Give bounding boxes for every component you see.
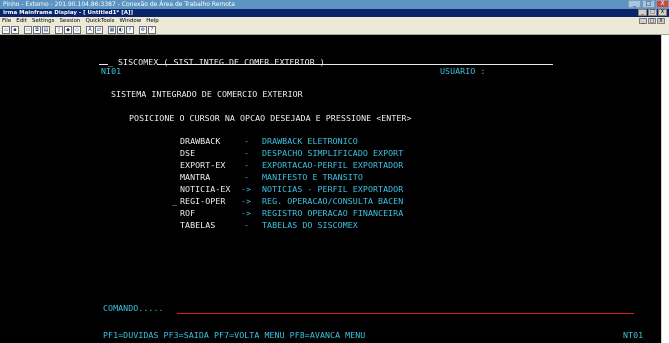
rdp-maximize-button[interactable]: □ (642, 0, 655, 8)
mdi-close-button[interactable]: X (657, 18, 665, 24)
rdp-window-title: Pinho - Externo - 201.90.104.86:3387 - C… (3, 1, 235, 8)
option-description: REGISTRO OPERACAO FINANCEIRA (262, 208, 404, 218)
command-input-field[interactable] (177, 313, 634, 314)
option-code: EXPORT-EX (180, 160, 226, 170)
screen-id: NI01 (101, 66, 122, 76)
app-window-title: Irma Mainframe Display - [ Untitled1* [A… (3, 10, 134, 16)
macro-icon[interactable]: A (86, 25, 94, 34)
menu-file[interactable]: File (2, 17, 11, 25)
mdi-minimize-button[interactable]: _ (639, 18, 647, 24)
option-separator: - (244, 220, 250, 230)
terminal-id: NT01 (623, 330, 644, 340)
option-separator: - (244, 172, 250, 182)
option-separator: - (244, 136, 250, 146)
option-description: DRAWBACK ELETRONICO (262, 136, 358, 146)
option-code: ROF (180, 208, 196, 218)
instruction-text: POSICIONE O CURSOR NA OPCAO DESEJADA E P… (129, 113, 412, 123)
disconnect-icon[interactable]: ◇ (73, 25, 81, 34)
rdp-title-bar: Pinho - Externo - 201.90.104.86:3387 - C… (0, 0, 669, 9)
option-description: MANIFESTO E TRANSITO (262, 172, 363, 182)
option-description: REG. OPERACAO/CONSULTA BACEN (262, 196, 404, 206)
user-label: USUARIO : (440, 66, 486, 76)
paste-icon[interactable]: ▤ (42, 25, 50, 34)
font-icon[interactable]: f (126, 25, 134, 34)
option-code: DSE (180, 148, 196, 158)
find-icon[interactable]: ◊ (55, 25, 63, 34)
option-description: NOTICIAS - PERFIL EXPORTADOR (262, 184, 404, 194)
mdi-restore-button[interactable]: □ (648, 18, 656, 24)
app-window-controls: _ □ X (638, 9, 667, 17)
copy-icon[interactable]: ⧉ (33, 25, 41, 34)
help-icon[interactable]: ? (148, 25, 156, 34)
connect-icon[interactable]: ◆ (64, 25, 72, 34)
function-keys-bar: PF1=DUVIDAS PF3=SAIDA PF7=VOLTA MENU PF8… (103, 330, 366, 340)
command-label: COMANDO..... (103, 303, 164, 313)
option-description: DESPACHO SIMPLIFICADO EXPORT (262, 148, 404, 158)
app-title-bar: Irma Mainframe Display - [ Untitled1* [A… (0, 9, 669, 17)
menu-help[interactable]: Help (146, 17, 159, 25)
header-rule (157, 64, 553, 65)
rdp-minimize-button[interactable]: _ (628, 0, 641, 8)
transfer-icon[interactable]: ⇄ (95, 25, 103, 34)
menu-bar: File Edit Settings Session QuickTools Wi… (0, 17, 669, 25)
settings-icon[interactable]: ⚙ (139, 25, 147, 34)
app-maximize-button[interactable]: □ (648, 9, 657, 16)
menu-window[interactable]: Window (120, 17, 142, 25)
option-separator: -> (241, 196, 252, 206)
app-close-button[interactable]: X (658, 9, 667, 16)
option-code: TABELAS (180, 220, 216, 230)
menu-quicktools[interactable]: QuickTools (85, 17, 114, 25)
option-separator: -> (241, 184, 252, 194)
option-code: DRAWBACK (180, 136, 221, 146)
rdp-window-controls: _ □ X (628, 0, 669, 9)
color-icon[interactable]: ◐ (117, 25, 125, 34)
toolbar: ▫ ▪ ▭ ⧉ ▤ ◊ ◆ ◇ A ⇄ ▦ ◐ f ⚙ ? (0, 25, 669, 35)
option-code: MANTRA (180, 172, 211, 182)
option-description: EXPORTACAO-PERFIL EXPORTADOR (262, 160, 404, 170)
app-minimize-button[interactable]: _ (638, 9, 647, 16)
option-code: NOTICIA-EX (180, 184, 231, 194)
header-title: SISCOMEX ( SIST.INTEG.DE COMER.EXTERIOR … (118, 57, 325, 67)
terminal-screen[interactable]: _ SISCOMEX ( SIST.INTEG.DE COMER.EXTERIO… (0, 35, 661, 343)
save-icon[interactable]: ▪ (11, 25, 19, 34)
window-right-edge (661, 35, 669, 343)
header-rule-left (99, 64, 108, 65)
option-code: REGI-OPER (180, 196, 226, 206)
mdi-controls: _ □ X (639, 17, 665, 25)
system-title: SISTEMA INTEGRADO DE COMERCIO EXTERIOR (111, 89, 303, 99)
option-description: TABELAS DO SISCOMEX (262, 220, 358, 230)
rdp-close-button[interactable]: X (656, 0, 669, 8)
keyboard-icon[interactable]: ▦ (108, 25, 116, 34)
option-separator: - (244, 160, 250, 170)
option-separator: - (244, 148, 250, 158)
menu-edit[interactable]: Edit (16, 17, 27, 25)
menu-session[interactable]: Session (59, 17, 80, 25)
option-separator: -> (241, 208, 252, 218)
menu-settings[interactable]: Settings (32, 17, 55, 25)
new-icon[interactable]: ▫ (2, 25, 10, 34)
print-icon[interactable]: ▭ (24, 25, 32, 34)
selection-cursor: _ (172, 196, 178, 206)
